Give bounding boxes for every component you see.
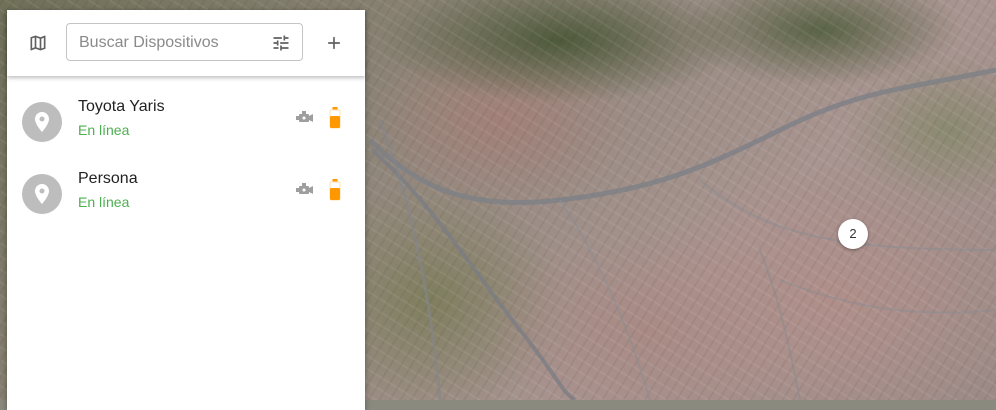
location-pin-icon <box>22 174 62 214</box>
plus-icon <box>328 37 340 49</box>
tune-icon[interactable] <box>270 32 292 54</box>
add-device-button[interactable] <box>319 28 349 58</box>
device-name: Persona <box>78 170 138 187</box>
engine-icon <box>296 111 313 122</box>
list-item-device[interactable]: Toyota Yaris En línea <box>7 89 365 161</box>
device-status: En línea <box>78 194 130 210</box>
map-cluster-marker[interactable]: 2 <box>838 219 868 249</box>
panel-toolbar <box>7 10 365 76</box>
list-item-device[interactable]: Persona En línea <box>7 161 365 233</box>
devices-panel: Toyota Yaris En línea Persona En línea <box>7 10 365 410</box>
map-icon[interactable] <box>23 28 53 58</box>
search-input[interactable] <box>79 33 259 53</box>
device-status: En línea <box>78 122 130 138</box>
location-pin-icon <box>22 102 62 142</box>
battery-icon <box>329 179 341 201</box>
search-field[interactable] <box>66 23 303 61</box>
device-list: Toyota Yaris En línea Persona En línea <box>7 76 365 233</box>
battery-icon <box>329 107 341 129</box>
engine-icon <box>296 183 313 194</box>
device-name: Toyota Yaris <box>78 98 165 115</box>
